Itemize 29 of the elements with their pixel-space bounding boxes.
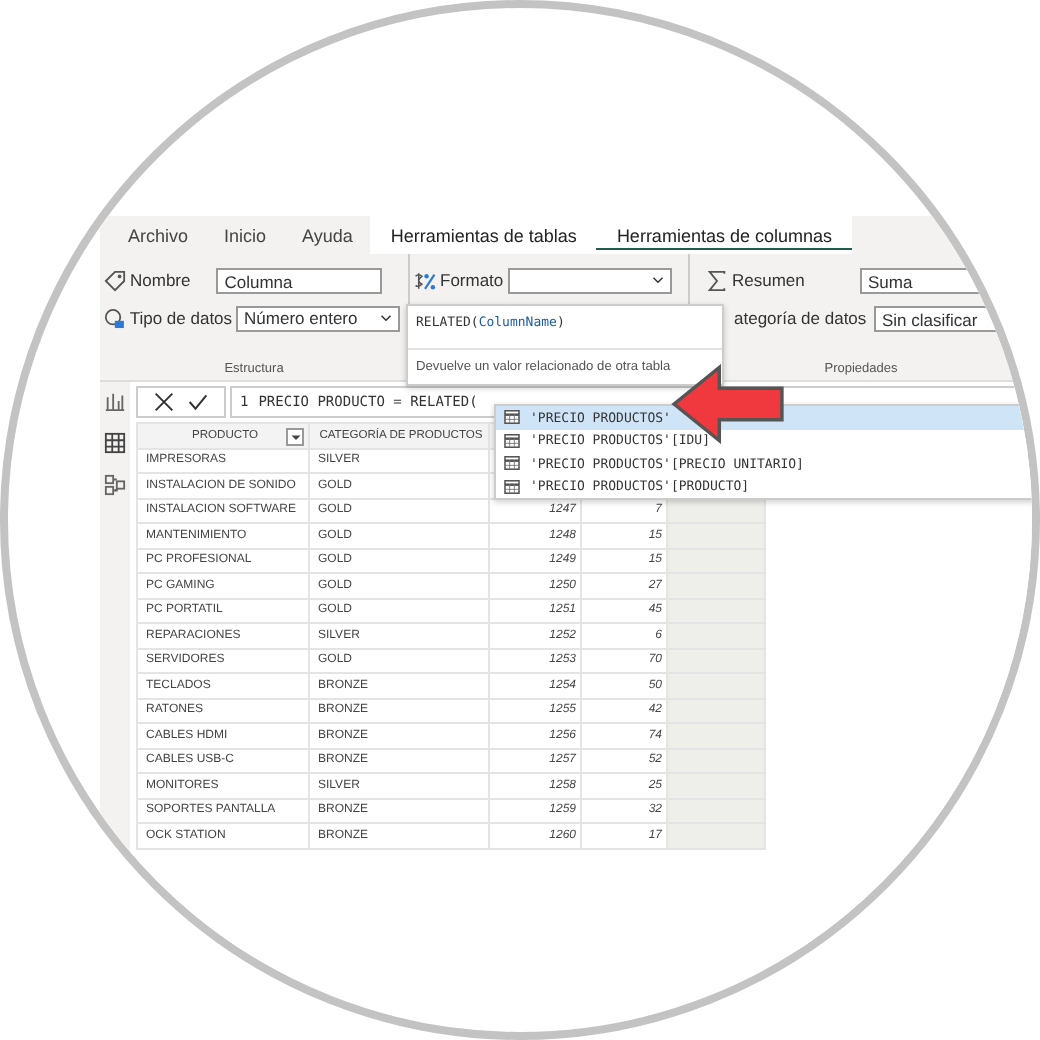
table-icon xyxy=(504,410,520,425)
format-icon xyxy=(414,269,436,291)
model-icon[interactable] xyxy=(104,474,126,496)
format-dropdown[interactable] xyxy=(507,267,672,293)
table-icon xyxy=(504,433,520,448)
data-category-label: ategoría de datos xyxy=(734,308,869,328)
ribbon-tab[interactable]: Archivo xyxy=(110,216,207,254)
filter-icon[interactable] xyxy=(286,428,304,446)
bar-chart-icon[interactable] xyxy=(104,390,126,412)
ribbon-tab[interactable]: Herramientas de tablas xyxy=(370,216,597,254)
table-icon[interactable] xyxy=(104,432,126,454)
format-label: Formato xyxy=(440,270,504,290)
ribbon-tab[interactable]: Ayuda xyxy=(284,216,371,254)
name-field[interactable]: Columna xyxy=(216,267,383,293)
chevron-icon xyxy=(380,314,392,322)
sigma-icon xyxy=(706,269,728,291)
ribbon-tab[interactable]: Inicio xyxy=(206,216,285,254)
name-label: Nombre xyxy=(130,270,191,290)
data-type-dropdown[interactable]: Número entero xyxy=(236,305,400,331)
table-icon xyxy=(504,479,520,494)
data-type-label: Tipo de datos xyxy=(129,308,233,328)
tag-icon xyxy=(104,269,126,291)
ribbon-tab[interactable]: Herramientas de columnas xyxy=(596,216,852,254)
summary-label: Resumen xyxy=(732,270,807,290)
checkmark-icon[interactable] xyxy=(188,392,208,412)
chevron-icon xyxy=(651,276,664,284)
close-icon[interactable] xyxy=(154,392,174,412)
table-icon xyxy=(504,456,520,471)
data-type-icon xyxy=(104,307,126,329)
